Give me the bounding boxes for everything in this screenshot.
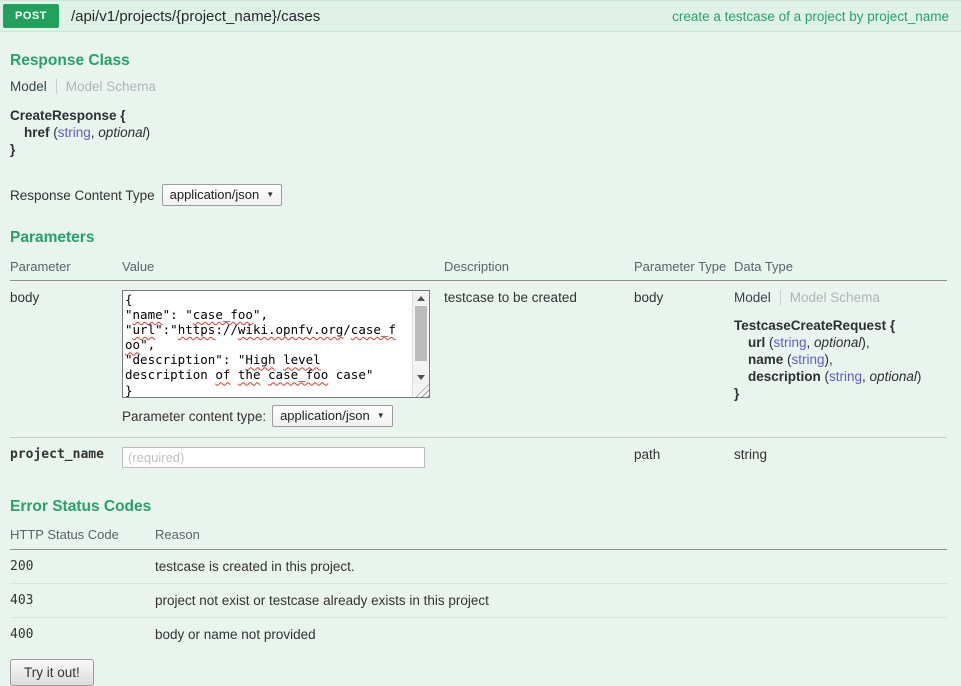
col-description: Description — [444, 259, 634, 274]
error-status-codes-title: Error Status Codes — [10, 498, 947, 516]
error-table-header: HTTP Status Code Reason — [10, 527, 947, 550]
endpoint-path-link[interactable]: /api/v1/projects/{project_name}/cases — [71, 8, 320, 25]
body-model-signature: TestcaseCreateRequest {url (string, opti… — [734, 317, 947, 402]
chevron-down-icon: ▼ — [266, 190, 274, 199]
arrow-down-icon — [417, 375, 425, 380]
table-row-project-name: project_name path string — [10, 437, 947, 478]
col-parameter-type: Parameter Type — [634, 259, 734, 274]
body-json-textarea[interactable]: {"name": "case_foo","url":"https://wiki.… — [122, 290, 430, 398]
response-model-signature: CreateResponse {href (string, optional)} — [10, 107, 947, 158]
arrow-up-icon — [417, 296, 425, 301]
body-json-text: {"name": "case_foo","url":"https://wiki.… — [123, 291, 412, 397]
parameters-table-header: Parameter Value Description Parameter Ty… — [10, 259, 947, 281]
error-table-body: 200testcase is created in this project.4… — [10, 550, 947, 651]
scroll-down-button[interactable] — [413, 370, 429, 384]
parameter-content-type-row: Parameter content type: application/json… — [122, 405, 444, 427]
param-value-cell — [122, 447, 444, 468]
param-name-body: body — [10, 290, 122, 427]
param-type: body — [634, 290, 734, 427]
reason-text: project not exist or testcase already ex… — [155, 583, 947, 617]
response-class-title: Response Class — [10, 52, 947, 70]
resize-grip-icon[interactable] — [413, 384, 429, 397]
endpoint-header[interactable]: POST /api/v1/projects/{project_name}/cas… — [0, 0, 961, 32]
param-data-type-cell: Model Model Schema TestcaseCreateRequest… — [734, 290, 947, 427]
scroll-up-button[interactable] — [413, 291, 429, 305]
chevron-down-icon: ▼ — [377, 411, 385, 420]
col-data-type: Data Type — [734, 259, 947, 274]
textarea-scrollbar[interactable] — [412, 291, 429, 397]
http-method-badge: POST — [3, 4, 59, 28]
response-content-type-label: Response Content Type — [10, 188, 155, 203]
tab-model-schema[interactable]: Model Schema — [790, 290, 880, 305]
http-status-code: 200 — [10, 550, 155, 583]
reason-text: testcase is created in this project. — [155, 550, 947, 583]
col-reason: Reason — [155, 527, 947, 542]
response-content-type-select[interactable]: application/json ▼ — [162, 184, 283, 206]
tab-model-schema[interactable]: Model Schema — [66, 79, 156, 94]
parameters-title: Parameters — [10, 229, 947, 247]
parameter-content-type-label: Parameter content type: — [122, 409, 266, 424]
scrollbar-track[interactable] — [413, 305, 429, 370]
param-description — [444, 447, 634, 468]
tab-separator — [780, 290, 781, 305]
param-data-type: string — [734, 447, 947, 468]
param-description: testcase to be created — [444, 290, 634, 427]
endpoint-summary-link[interactable]: create a testcase of a project by projec… — [672, 9, 949, 24]
col-http-status-code: HTTP Status Code — [10, 527, 155, 542]
col-value: Value — [122, 259, 444, 274]
body-model-tabs: Model Model Schema — [734, 290, 947, 305]
parameter-content-type-select[interactable]: application/json ▼ — [272, 405, 393, 427]
response-content-type-row: Response Content Type application/json ▼ — [10, 184, 947, 206]
project-name-input[interactable] — [122, 447, 425, 468]
http-status-code: 403 — [10, 583, 155, 617]
param-type: path — [634, 447, 734, 468]
col-parameter: Parameter — [10, 259, 122, 274]
table-row-body: body {"name": "case_foo","url":"https://… — [10, 281, 947, 437]
try-it-out-button[interactable]: Try it out! — [10, 659, 94, 686]
tab-model[interactable]: Model — [734, 290, 771, 305]
param-name-project-name: project_name — [10, 447, 122, 468]
param-value-cell: {"name": "case_foo","url":"https://wiki.… — [122, 290, 444, 427]
reason-text: body or name not provided — [155, 617, 947, 651]
http-status-code: 400 — [10, 617, 155, 651]
scrollbar-thumb[interactable] — [415, 306, 427, 361]
tab-model[interactable]: Model — [10, 79, 47, 94]
tab-separator — [56, 79, 57, 94]
response-model-tabs: Model Model Schema — [10, 79, 947, 94]
